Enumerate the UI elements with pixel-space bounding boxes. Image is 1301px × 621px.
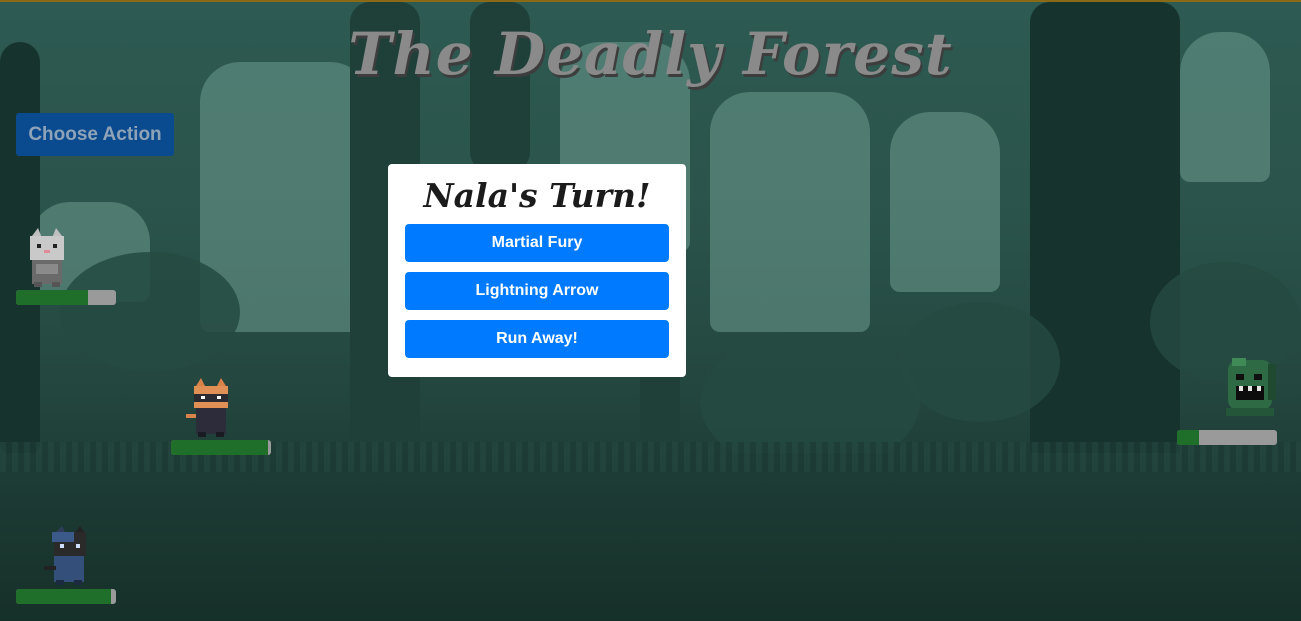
game-stage: The Deadly Forest Choose Action Nala's T… bbox=[0, 0, 1301, 621]
enemy-hp-bar bbox=[1177, 430, 1277, 445]
hero-2-hp-fill bbox=[171, 440, 268, 455]
lightning-arrow-button[interactable]: Lightning Arrow bbox=[405, 272, 669, 310]
hero-2-hp-bar bbox=[171, 440, 271, 455]
hero-3-hp-fill bbox=[16, 589, 111, 604]
martial-fury-button[interactable]: Martial Fury bbox=[405, 224, 669, 262]
game-title: The Deadly Forest bbox=[348, 20, 953, 88]
turn-panel: Nala's Turn! Martial Fury Lightning Arro… bbox=[388, 164, 686, 377]
run-away-button[interactable]: Run Away! bbox=[405, 320, 669, 358]
hero-1-hp-bar bbox=[16, 290, 116, 305]
turn-title: Nala's Turn! bbox=[423, 176, 651, 215]
hero-3-hp-bar bbox=[16, 589, 116, 604]
goblin-enemy-sprite[interactable] bbox=[1222, 354, 1278, 418]
choose-action-button[interactable]: Choose Action bbox=[16, 113, 174, 156]
orange-cat-sprite[interactable] bbox=[186, 378, 236, 438]
hero-1-hp-fill bbox=[16, 290, 88, 305]
black-cat-sprite[interactable] bbox=[44, 526, 94, 586]
enemy-hp-fill bbox=[1177, 430, 1199, 445]
grey-cat-sprite[interactable] bbox=[22, 228, 72, 288]
